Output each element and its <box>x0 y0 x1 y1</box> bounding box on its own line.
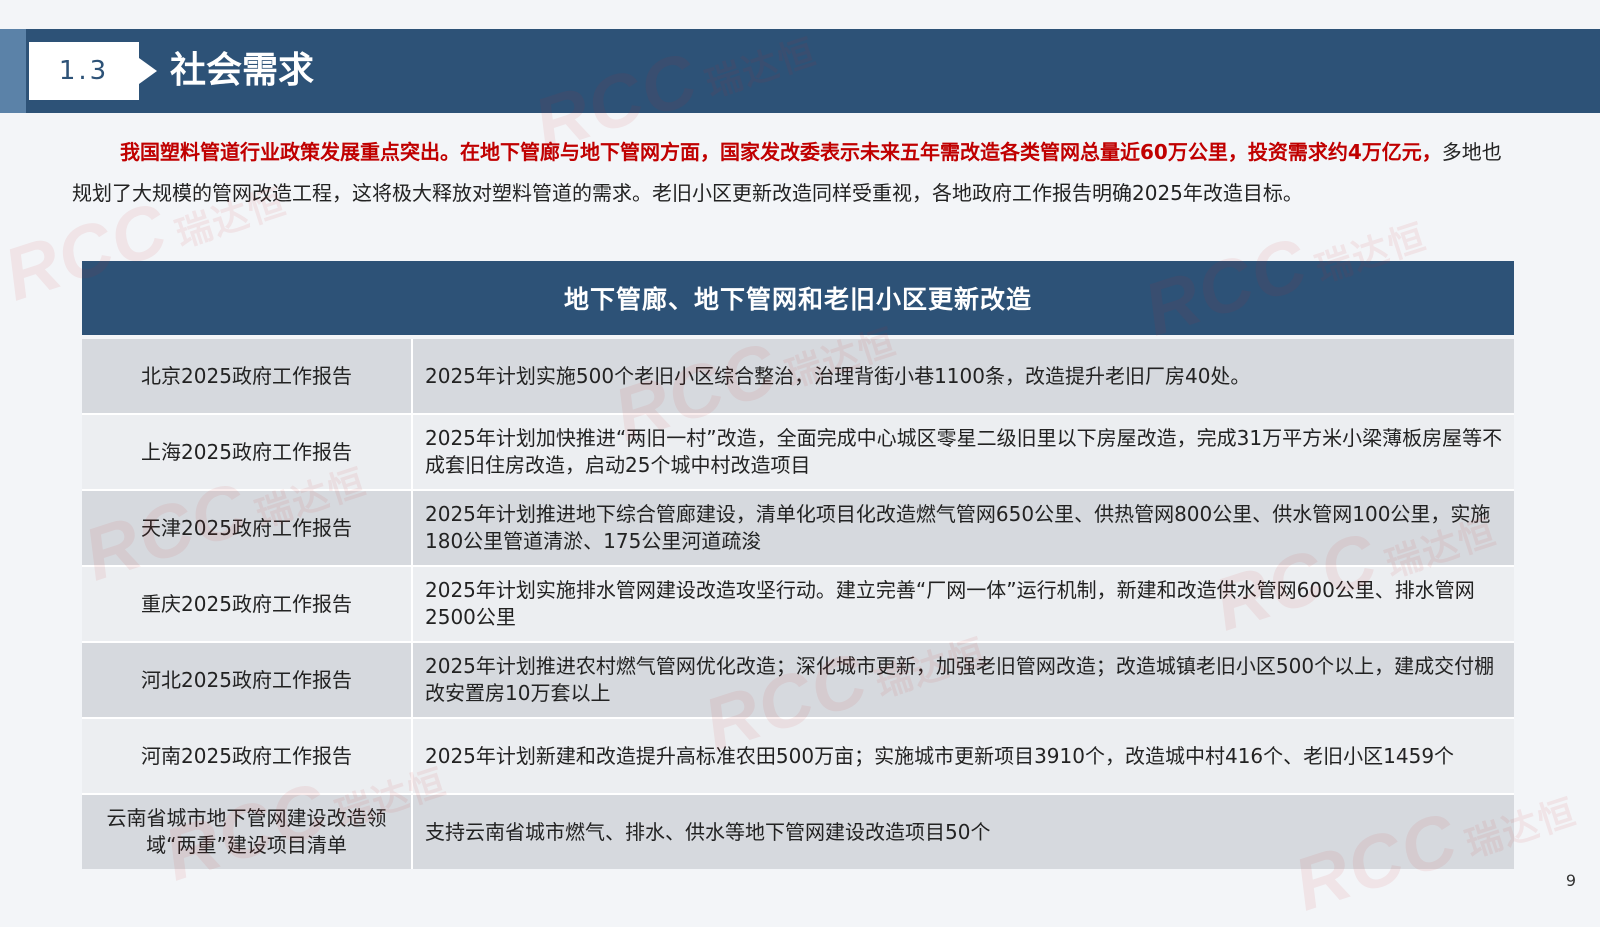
row-content: 2025年计划加快推进“两旧一村”改造，全面完成中心城区零星二级旧里以下房屋改造… <box>425 426 1503 477</box>
table-row: 河北2025政府工作报告 2025年计划推进农村燃气管网优化改造；深化城市更新，… <box>82 643 1514 719</box>
row-content: 支持云南省城市燃气、排水、供水等地下管网建设改造项目50个 <box>425 819 991 844</box>
table-row: 北京2025政府工作报告 2025年计划实施500个老旧小区综合整治，治理背街小… <box>82 339 1514 415</box>
intro-paragraph: 我国塑料管道行业政策发展重点突出。在地下管廊与地下管网方面，国家发改委表示未来五… <box>72 132 1512 214</box>
header-accent-stripe <box>0 29 26 113</box>
table-row: 河南2025政府工作报告 2025年计划新建和改造提升高标准农田500万亩；实施… <box>82 719 1514 795</box>
row-source: 云南省城市地下管网建设改造领域“两重”建设项目清单 <box>82 795 413 869</box>
row-content: 2025年计划推进地下综合管廊建设，清单化项目化改造燃气管网650公里、供热管网… <box>425 502 1491 553</box>
table-title: 地下管廊、地下管网和老旧小区更新改造 <box>82 261 1514 335</box>
table-row: 云南省城市地下管网建设改造领域“两重”建设项目清单 支持云南省城市燃气、排水、供… <box>82 795 1514 869</box>
table-row: 天津2025政府工作报告 2025年计划推进地下综合管廊建设，清单化项目化改造燃… <box>82 491 1514 567</box>
intro-highlight: 我国塑料管道行业政策发展重点突出。在地下管廊与地下管网方面，国家发改委表示未来五… <box>120 140 1442 164</box>
table-row: 上海2025政府工作报告 2025年计划加快推进“两旧一村”改造，全面完成中心城… <box>82 415 1514 491</box>
row-source: 天津2025政府工作报告 <box>82 491 413 565</box>
row-source: 河北2025政府工作报告 <box>82 643 413 717</box>
section-number: 1.3 <box>29 42 139 100</box>
arrow-right-icon <box>139 58 157 84</box>
page-number: 9 <box>1565 871 1576 890</box>
row-source: 河南2025政府工作报告 <box>82 719 413 793</box>
renovation-table: 地下管廊、地下管网和老旧小区更新改造 北京2025政府工作报告 2025年计划实… <box>82 261 1514 869</box>
row-source: 重庆2025政府工作报告 <box>82 567 413 641</box>
row-content: 2025年计划新建和改造提升高标准农田500万亩；实施城市更新项目3910个，改… <box>425 743 1455 768</box>
table-row: 重庆2025政府工作报告 2025年计划实施排水管网建设改造攻坚行动。建立完善“… <box>82 567 1514 643</box>
row-content: 2025年计划推进农村燃气管网优化改造；深化城市更新，加强老旧管网改造；改造城镇… <box>425 654 1495 705</box>
row-content: 2025年计划实施500个老旧小区综合整治，治理背街小巷1100条，改造提升老旧… <box>425 363 1251 388</box>
section-title: 社会需求 <box>170 50 315 91</box>
row-content: 2025年计划实施排水管网建设改造攻坚行动。建立完善“厂网一体”运行机制，新建和… <box>425 578 1475 629</box>
row-source: 北京2025政府工作报告 <box>82 339 413 413</box>
row-source: 上海2025政府工作报告 <box>82 415 413 489</box>
